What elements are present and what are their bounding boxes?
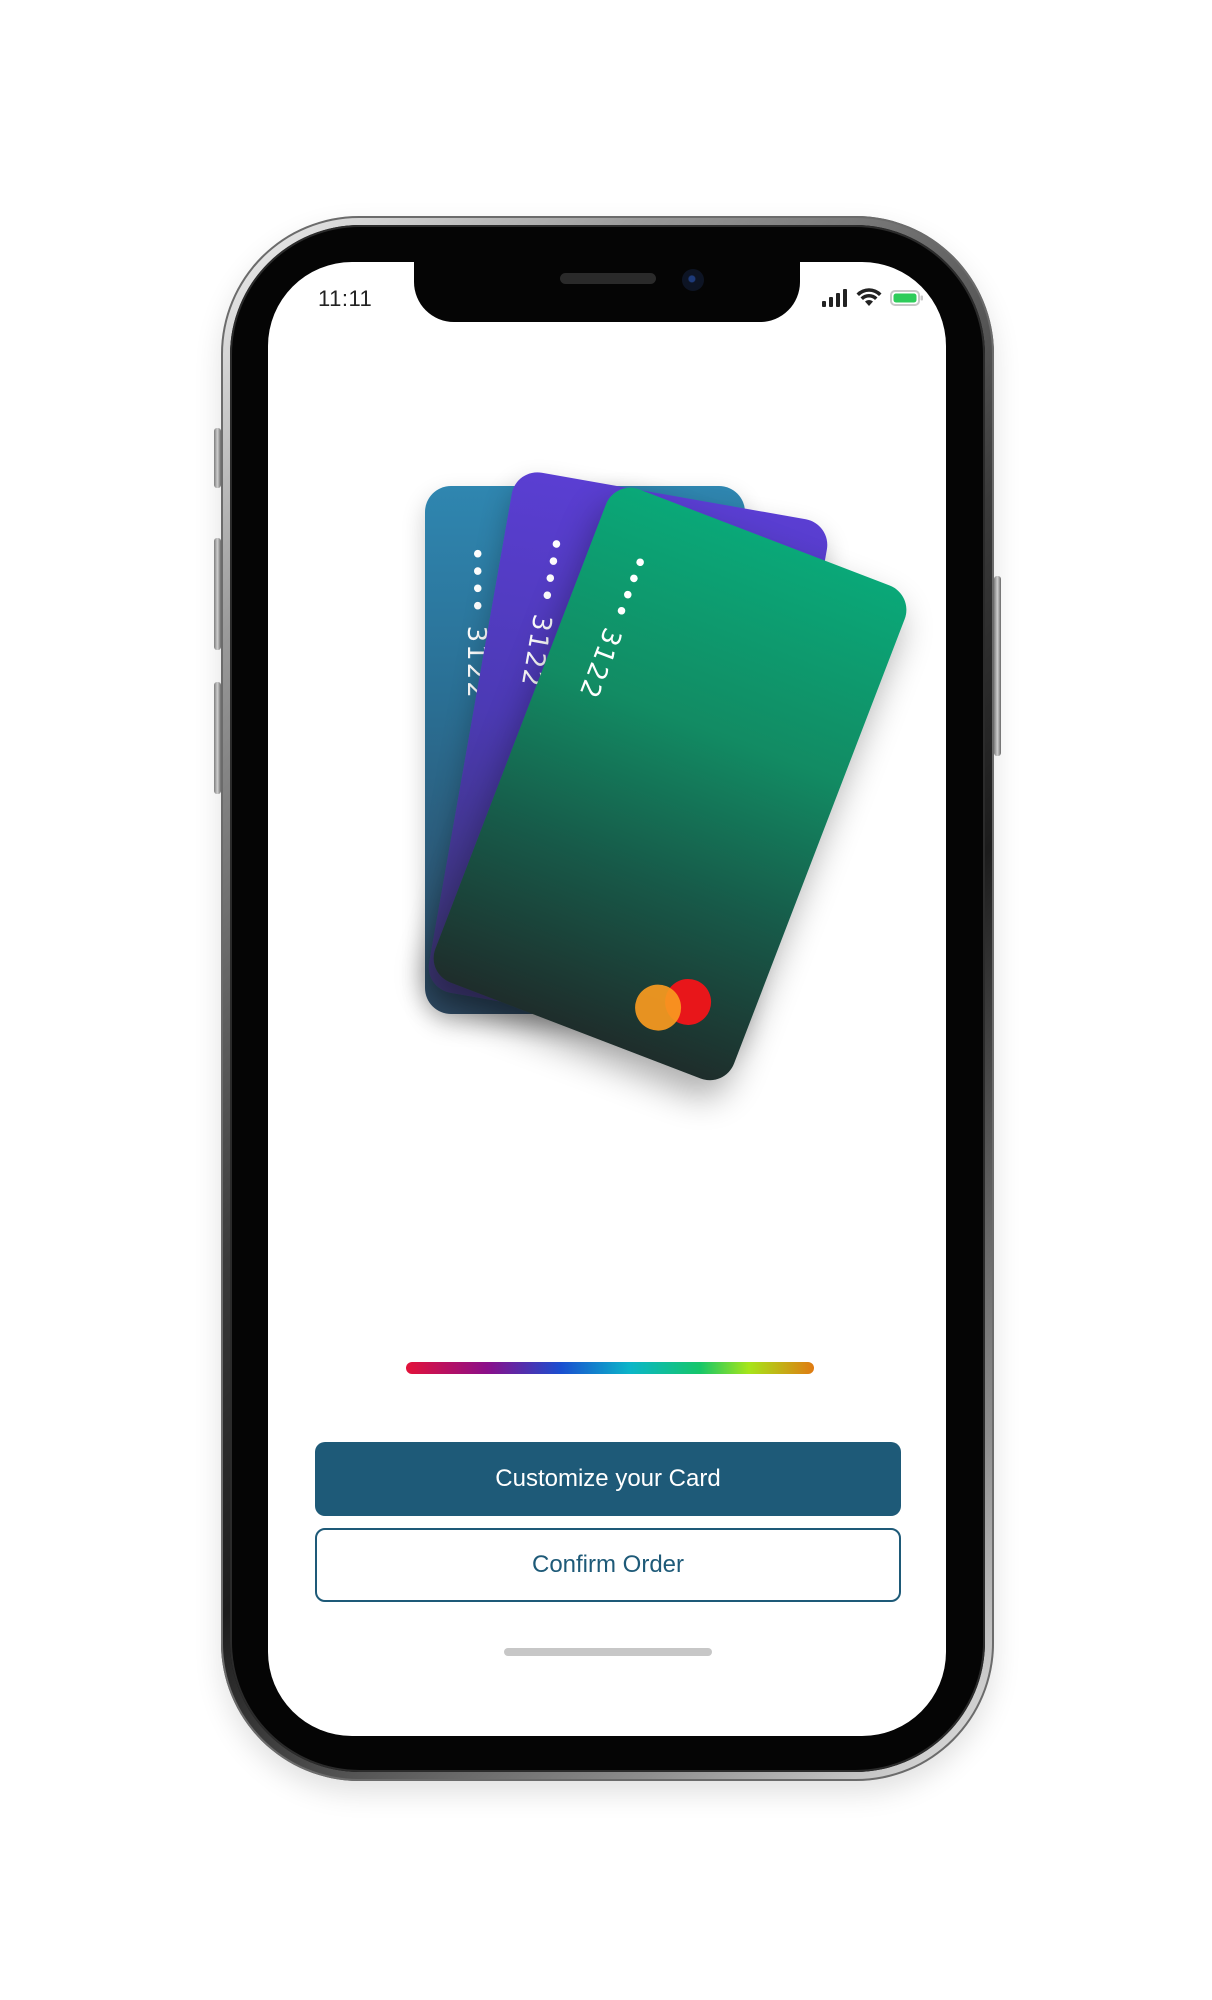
volume-up-button	[214, 538, 221, 650]
card-number: •••• 3122	[572, 549, 656, 704]
power-button	[994, 576, 1001, 756]
phone-screen: 11:11 •••• 3122 •••• 3122 •••• 3122 Cust…	[268, 262, 946, 1736]
color-picker-strip[interactable]	[406, 1362, 814, 1374]
volume-down-button	[214, 682, 221, 794]
mastercard-logo	[628, 963, 718, 1047]
customize-card-button[interactable]: Customize your Card	[315, 1442, 901, 1516]
confirm-order-button[interactable]: Confirm Order	[315, 1528, 901, 1602]
silent-switch	[214, 428, 221, 488]
home-indicator[interactable]	[504, 1648, 712, 1656]
card-stack: •••• 3122 •••• 3122 •••• 3122	[268, 262, 946, 1162]
